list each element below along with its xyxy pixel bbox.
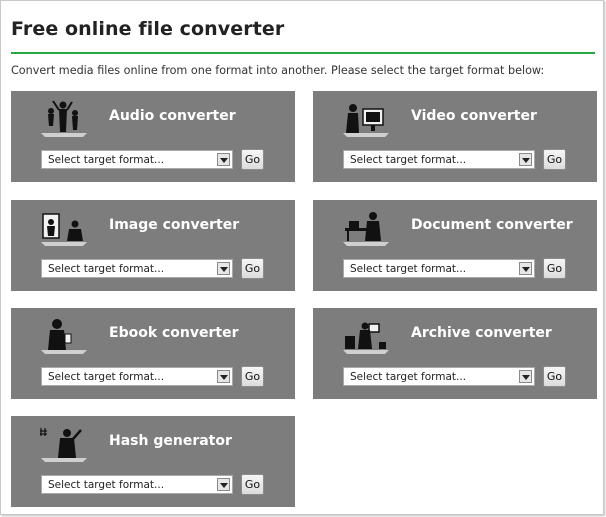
select-placeholder: Select target format... (48, 154, 165, 166)
chevron-down-icon[interactable] (217, 153, 230, 166)
hash-person-icon (40, 428, 87, 462)
archive-go-button[interactable]: Go (543, 366, 566, 387)
card-title: Ebook converter (109, 325, 239, 341)
document-format-select[interactable]: Select target format... (343, 259, 535, 278)
document-go-button[interactable]: Go (543, 258, 566, 279)
archive-converter-card: Archive converter Select target format..… (313, 308, 597, 399)
chevron-down-icon[interactable] (519, 370, 532, 383)
ebook-converter-card: Ebook converter Select target format... … (11, 308, 295, 399)
select-placeholder: Select target format... (350, 263, 467, 275)
card-title: Archive converter (411, 325, 552, 341)
select-placeholder: Select target format... (350, 371, 467, 383)
card-title: Video converter (411, 108, 537, 124)
image-format-select[interactable]: Select target format... (41, 259, 233, 278)
card-title: Hash generator (109, 433, 232, 449)
select-placeholder: Select target format... (48, 371, 165, 383)
audio-go-button[interactable]: Go (241, 149, 264, 170)
image-go-button[interactable]: Go (241, 258, 264, 279)
select-placeholder: Select target format... (48, 263, 165, 275)
page-title: Free online file converter (11, 18, 285, 40)
card-title: Image converter (109, 217, 240, 233)
chevron-down-icon[interactable] (217, 262, 230, 275)
title-divider (11, 52, 595, 54)
audio-format-select[interactable]: Select target format... (41, 150, 233, 169)
video-viewer-icon (343, 104, 389, 137)
select-placeholder: Select target format... (48, 479, 165, 491)
card-title: Document converter (411, 217, 573, 233)
video-converter-card: Video converter Select target format... … (313, 91, 597, 182)
select-placeholder: Select target format... (350, 154, 467, 166)
image-camera-icon (41, 213, 87, 246)
ebook-reader-icon (41, 319, 87, 354)
chevron-down-icon[interactable] (217, 478, 230, 491)
document-converter-card: Document converter Select target format.… (313, 200, 597, 291)
card-title: Audio converter (109, 108, 236, 124)
chevron-down-icon[interactable] (519, 262, 532, 275)
archive-boxes-icon (343, 322, 389, 354)
archive-format-select[interactable]: Select target format... (343, 367, 535, 386)
hash-generator-card: Hash generator Select target format... G… (11, 416, 295, 507)
chevron-down-icon[interactable] (217, 370, 230, 383)
document-desk-icon (343, 212, 389, 246)
video-format-select[interactable]: Select target format... (343, 150, 535, 169)
intro-text: Convert media files online from one form… (11, 64, 545, 77)
image-converter-card: Image converter Select target format... … (11, 200, 295, 291)
chevron-down-icon[interactable] (519, 153, 532, 166)
video-go-button[interactable]: Go (543, 149, 566, 170)
audio-converter-card: Audio converter Select target format... … (11, 91, 295, 182)
ebook-format-select[interactable]: Select target format... (41, 367, 233, 386)
audio-people-icon (41, 100, 87, 137)
hash-format-select[interactable]: Select target format... (41, 475, 233, 494)
hash-go-button[interactable]: Go (241, 474, 264, 495)
ebook-go-button[interactable]: Go (241, 366, 264, 387)
